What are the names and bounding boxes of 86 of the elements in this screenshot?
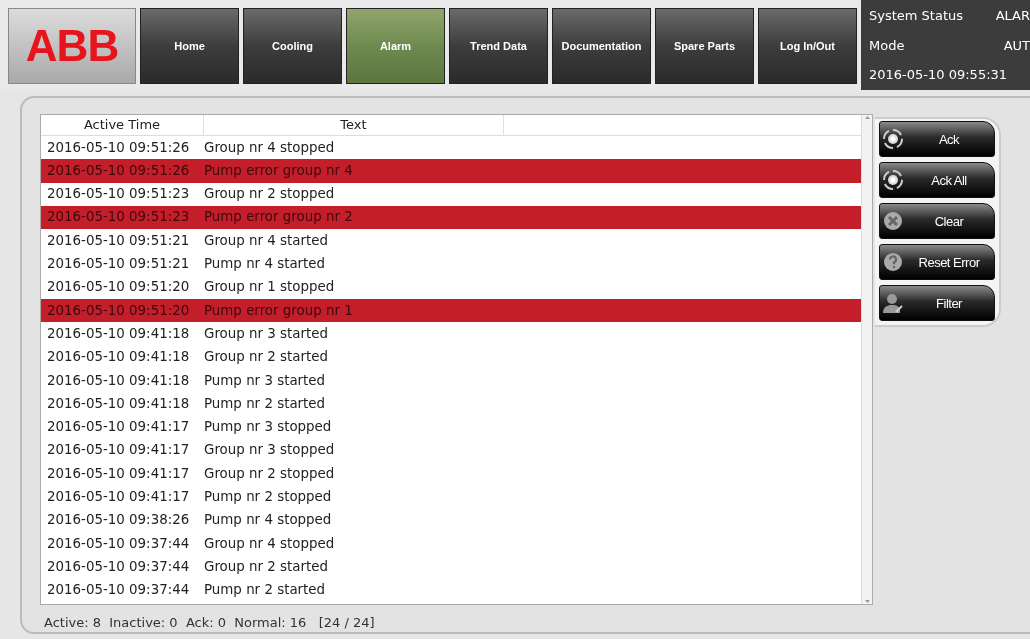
time-cell-text: 2016-05-10 09:51:23 (46, 185, 191, 204)
nav-tab[interactable]: Documentation (552, 8, 651, 84)
time-cell-text: 2016-05-10 09:51:26 (46, 161, 191, 180)
time-cell-text: 2016-05-10 09:41:18 (46, 348, 191, 367)
nav-tab[interactable]: Trend Data (449, 8, 548, 84)
table-row[interactable]: 2016-05-10 09:41:18 Group nr 3 started (41, 322, 861, 346)
text-cell-text: Pump nr 3 started (204, 371, 326, 390)
clear-icon (882, 210, 904, 232)
time-cell-text: 2016-05-10 09:38:26 (46, 511, 191, 530)
table-row[interactable]: 2016-05-10 09:37:44 Pump nr 2 started (41, 578, 861, 602)
help-icon (882, 251, 904, 273)
time-cell-text: 2016-05-10 09:51:20 (46, 278, 191, 297)
text-cell-text: Pump nr 4 stopped (204, 511, 332, 530)
table-row[interactable]: 2016-05-10 09:41:17 Group nr 2 stopped (41, 462, 861, 486)
table-row[interactable]: 2016-05-10 09:41:18 Pump nr 2 started (41, 392, 861, 416)
status-label: Mode (869, 36, 905, 55)
time-cell-text: 2016-05-10 09:37:44 (46, 534, 191, 553)
action-button[interactable]: Reset Error (879, 244, 995, 280)
nav-tab[interactable]: Alarm (346, 8, 445, 84)
table-row[interactable]: 2016-05-10 09:41:17 Pump nr 3 stopped (41, 415, 861, 439)
target-icon (882, 169, 904, 191)
text-cell-text: Group nr 2 started (204, 348, 328, 367)
user-icon (882, 292, 904, 314)
text-cell-text: Group nr 3 started (204, 324, 328, 343)
time-cell-text: 2016-05-10 09:41:18 (46, 324, 191, 343)
table-row[interactable]: 2016-05-10 09:51:20 Group nr 1 stopped (41, 275, 861, 300)
table-row[interactable]: 2016-05-10 09:41:18 Group nr 2 started (41, 345, 861, 369)
text-cell-text: Group nr 4 started (204, 231, 328, 250)
action-button[interactable]: Filter (879, 285, 995, 321)
time-cell-text: 2016-05-10 09:37:44 (46, 557, 191, 576)
text-cell-text: Pump nr 2 stopped (204, 488, 332, 507)
time-cell-text: 2016-05-10 09:41:17 (46, 488, 191, 507)
table-row[interactable]: 2016-05-10 09:41:17 Group nr 3 stopped (41, 438, 861, 463)
text-cell-text: Pump error group nr 2 (204, 208, 353, 227)
action-button[interactable]: Ack All (879, 162, 995, 198)
text-cell-text: Pump nr 2 started (204, 581, 326, 600)
scrollbar[interactable] (861, 115, 872, 604)
text-cell-text: Group nr 3 stopped (204, 441, 335, 460)
scroll-up-icon[interactable] (863, 115, 871, 120)
text-cell-text: Group nr 2 stopped (204, 464, 335, 483)
time-cell-text: 2016-05-10 09:51:21 (46, 255, 191, 274)
status-label: System Status (869, 7, 964, 26)
status-value: ALAR (995, 7, 1030, 26)
table-row[interactable]: 2016-05-10 09:37:44 Group nr 2 started (41, 555, 861, 579)
target-icon (882, 128, 904, 150)
time-cell-text: 2016-05-10 09:41:18 (46, 394, 191, 413)
table-row[interactable]: 2016-05-10 09:51:21 Group nr 4 started (41, 229, 861, 253)
table-row[interactable]: 2016-05-10 09:51:26 Group nr 4 stopped (41, 136, 861, 160)
nav-tab[interactable]: Home (140, 8, 239, 84)
text-cell-text: Pump nr 2 started (204, 394, 326, 413)
time-cell-text: 2016-05-10 09:41:17 (46, 441, 191, 460)
text-cell-text: Pump nr 3 stopped (204, 418, 332, 437)
status-label: 2016-05-10 09:55:31 (869, 66, 1008, 85)
nav-tab[interactable]: Cooling (243, 8, 342, 84)
table-row[interactable]: 2016-05-10 09:41:17 Pump nr 2 stopped (41, 485, 861, 509)
time-cell-text: 2016-05-10 09:41:18 (46, 371, 191, 390)
time-cell-text: 2016-05-10 09:51:26 (46, 138, 191, 157)
time-cell-text: 2016-05-10 09:51:21 (46, 231, 191, 250)
text-cell-text: Group nr 2 started (204, 557, 328, 576)
column-header: Text (204, 115, 504, 135)
text-cell-text: Group nr 4 stopped (204, 138, 335, 157)
scroll-down-icon[interactable] (863, 599, 871, 604)
table-row[interactable]: 2016-05-10 09:51:23 Group nr 2 stopped (41, 182, 861, 206)
action-button[interactable]: Clear (879, 203, 995, 239)
time-cell-text: 2016-05-10 09:51:20 (46, 301, 191, 320)
text-cell-text: Group nr 1 stopped (204, 278, 335, 297)
time-cell-text: 2016-05-10 09:51:23 (46, 208, 191, 227)
column-header: Active Time (41, 115, 204, 135)
status-value: AUT (1003, 36, 1030, 55)
text-cell-text: Pump nr 4 started (204, 255, 326, 274)
text-cell-text: Pump error group nr 4 (204, 161, 353, 180)
logo: ABB (25, 24, 119, 68)
nav-tab[interactable]: Log In/Out (758, 8, 857, 84)
table-row[interactable]: 2016-05-10 09:51:21 Pump nr 4 started (41, 252, 861, 276)
table-row[interactable]: 2016-05-10 09:41:18 Pump nr 3 started (41, 368, 861, 393)
nav-tab[interactable]: Spare Parts (655, 8, 754, 84)
text-cell-text: Pump error group nr 1 (204, 301, 353, 320)
time-cell-text: 2016-05-10 09:37:44 (46, 581, 191, 600)
time-cell-text: 2016-05-10 09:41:17 (46, 418, 191, 437)
table-row[interactable]: 2016-05-10 09:37:44 Group nr 4 stopped (41, 532, 861, 556)
time-cell-text: 2016-05-10 09:41:17 (46, 464, 191, 483)
table-row[interactable]: 2016-05-10 09:38:26 Pump nr 4 stopped (41, 508, 861, 533)
text-cell-text: Group nr 4 stopped (204, 534, 335, 553)
action-button[interactable]: Ack (879, 121, 995, 157)
text-cell-text: Group nr 2 stopped (204, 185, 335, 204)
status-text: Active: 8 Inactive: 0 Ack: 0 Normal: 16 [24 / 24] (44, 615, 375, 630)
